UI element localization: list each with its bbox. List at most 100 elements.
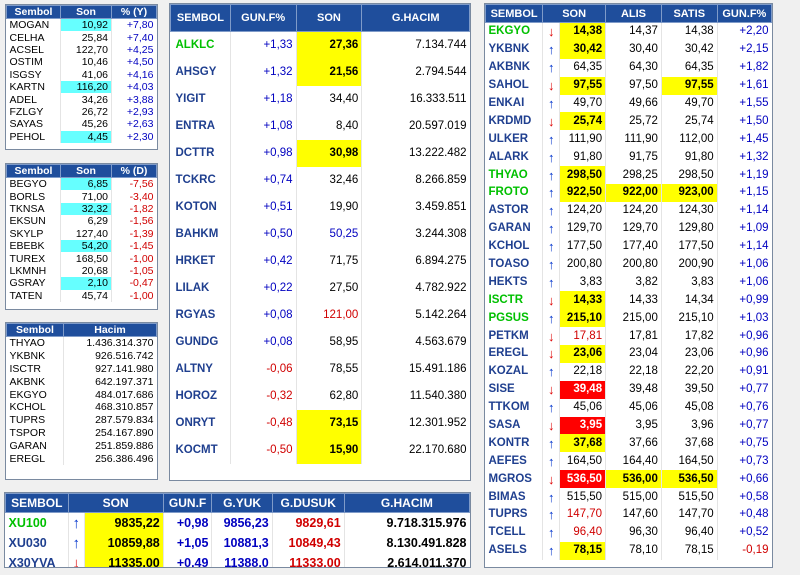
table-row[interactable]: ASTOR ↑ 124,20 124,20 124,30 +1,14 [485,201,772,220]
table-row[interactable]: EKGYO 484.017.686 [6,388,157,401]
table-row[interactable]: KRDMD ↓ 25,74 25,72 25,74 +1,50 [485,112,772,131]
table-row[interactable]: PETKM ↓ 17,81 17,81 17,82 +0,96 [485,327,772,346]
col-header-sembol[interactable]: Sembol [6,164,61,178]
col-header-son[interactable]: SON [542,4,607,23]
table-row[interactable]: TOASO ↑ 200,80 200,80 200,90 +1,06 [485,255,772,274]
table-row[interactable]: AEFES ↑ 164,50 164,40 164,50 +0,73 [485,452,772,471]
table-row[interactable]: BIMAS ↑ 515,50 515,00 515,50 +0,58 [485,488,772,507]
table-row[interactable]: CELHA 25,84 +7,40 [6,31,157,44]
table-row[interactable]: EKSUN 6,29 -1,56 [6,215,157,228]
col-header-gunf[interactable]: GUN.F% [716,4,772,23]
col-header-son[interactable]: Son [60,5,112,19]
table-row[interactable]: ENTRA +1,08 8,40 20.597.019 [170,113,470,140]
table-row[interactable]: ISCTR 927.141.980 [6,362,157,376]
table-row[interactable]: BAHKM +0,50 50,25 3.244.308 [170,221,470,248]
table-row[interactable]: EREGL ↓ 23,06 23,04 23,06 +0,96 [485,345,772,363]
col-header-alis[interactable]: ALIS [605,4,662,23]
table-row[interactable]: KCHOL ↑ 177,50 177,40 177,50 +1,14 [485,237,772,256]
table-row[interactable]: ACSEL 122,70 +4,25 [6,43,157,57]
table-row[interactable]: KOTON +0,51 19,90 3.459.851 [170,194,470,221]
col-header-ghacim[interactable]: G.HACIM [361,4,470,32]
table-row[interactable]: HEKTS ↑ 3,83 3,82 3,83 +1,06 [485,273,772,292]
table-row[interactable]: AHSGY +1,32 21,56 2.794.544 [170,59,470,86]
table-row[interactable]: FZLGY 26,72 +2,93 [6,105,157,119]
table-row[interactable]: DCTTR +0,98 30,98 13.222.482 [170,140,470,167]
table-row[interactable]: KOCMT -0,50 15,90 22.170.680 [170,437,470,464]
table-row[interactable]: X30YVA ↓ 11335,00 +0,49 11388,0 11333,00 2.614… [5,553,470,567]
col-header-sembol[interactable]: SEMBOL [170,4,231,32]
table-row[interactable]: AKBNK ↑ 64,35 64,30 64,35 +1,82 [485,58,772,77]
table-row[interactable]: TCELL ↑ 96,40 96,30 96,40 +0,52 [485,523,772,542]
col-header-son[interactable]: SON [295,4,363,32]
table-row[interactable]: SAHOL ↓ 97,55 97,50 97,55 +1,61 [485,76,772,95]
table-row[interactable]: GARAN 251.859.886 [6,439,157,453]
table-row[interactable]: BORLS 71,00 -3,40 [6,190,157,203]
table-row[interactable]: EREGL 256.386.496 [6,452,157,465]
table-row[interactable]: KARTN 116,20 +4,03 [6,80,157,94]
col-header-pct[interactable]: % (D) [111,164,157,178]
table-row[interactable]: TCKRC +0,74 32,46 8.266.859 [170,167,470,194]
table-row[interactable]: MOGAN 10,92 +7,80 [6,18,157,32]
table-row[interactable]: GARAN ↑ 129,70 129,70 129,80 +1,09 [485,219,772,238]
table-row[interactable]: SAYAS 45,26 +2,63 [6,118,157,131]
table-row[interactable]: LKMNH 20,68 -1,05 [6,264,157,278]
table-row[interactable]: TATEN 45,74 -1,00 [6,289,157,302]
table-row[interactable]: TUREX 168,50 -1,00 [6,252,157,265]
table-row[interactable]: SISE ↓ 39,48 39,48 39,50 +0,77 [485,380,772,399]
table-row[interactable]: THYAO ↑ 298,50 298,25 298,50 +1,19 [485,166,772,185]
table-row[interactable]: BEGYO 6,85 -7,56 [6,177,157,191]
table-row[interactable]: SASA ↓ 3,95 3,95 3,96 +0,77 [485,416,772,435]
table-row[interactable]: KCHOL 468.310.857 [6,400,157,414]
table-row[interactable]: FROTO ↑ 922,50 922,00 923,00 +1,15 [485,184,772,202]
table-row[interactable]: TSPOR 254.167.890 [6,426,157,440]
col-header-pct[interactable]: % (Y) [111,5,157,19]
table-row[interactable]: XU100 ↑ 9835,22 +0,98 9856,23 9829,61 9.718.31… [5,512,470,533]
col-header-son[interactable]: SON [67,493,164,513]
table-row[interactable]: RGYAS +0,08 121,00 5.142.264 [170,302,470,329]
table-row[interactable]: GSRAY 2,10 -0,47 [6,277,157,290]
table-row[interactable]: ALKLC +1,33 27,36 7.134.744 [170,31,470,59]
table-row[interactable]: PGSUS ↑ 215,10 215,00 215,10 +1,03 [485,309,772,328]
table-row[interactable]: ISGSY 41,06 +4,16 [6,68,157,81]
table-row[interactable]: ADEL 34,26 +3,88 [6,93,157,106]
table-row[interactable]: TUPRS 287.579.834 [6,413,157,427]
table-row[interactable]: LILAK +0,22 27,50 4.782.922 [170,275,470,302]
table-row[interactable]: ALTNY -0,06 78,55 15.491.186 [170,356,470,383]
table-row[interactable]: GUNDG +0,08 58,95 4.563.679 [170,329,470,356]
table-row[interactable]: HOROZ -0,32 62,80 11.540.380 [170,383,470,410]
table-row[interactable]: ALARK ↑ 91,80 91,75 91,80 +1,32 [485,148,772,167]
table-row[interactable]: AKBNK 642.197.371 [6,375,157,389]
table-row[interactable]: OSTIM 10,46 +4,50 [6,56,157,69]
col-header-gyuk[interactable]: G.YUK [211,493,273,513]
table-row[interactable]: HRKET +0,42 71,75 6.894.275 [170,248,470,275]
col-header-son[interactable]: Son [60,164,112,178]
col-header-hacim[interactable]: Hacim [63,323,157,337]
table-row[interactable]: XU030 ↑ 10859,88 +1,05 10881,3 10849,43 8.130.… [5,533,470,553]
table-row[interactable]: KONTR ↑ 37,68 37,66 37,68 +0,75 [485,434,772,453]
col-header-sembol[interactable]: Sembol [6,5,61,19]
table-row[interactable]: THYAO 1.436.314.370 [6,336,157,350]
col-header-gunf[interactable]: GUN.F [162,493,213,513]
table-row[interactable]: EBEBK 54,20 -1,45 [6,239,157,253]
col-header-gdusuk[interactable]: G.DUSUK [271,493,345,513]
table-row[interactable]: TTKOM ↑ 45,06 45,06 45,08 +0,76 [485,398,772,417]
col-header-sembol[interactable]: Sembol [6,323,64,337]
table-row[interactable]: ENKAI ↑ 49,70 49,66 49,70 +1,55 [485,94,772,113]
table-row[interactable]: ASELS ↑ 78,15 78,10 78,15 -0,19 [485,541,772,560]
col-header-sembol[interactable]: SEMBOL [5,493,69,513]
table-row[interactable]: YIGIT +1,18 34,40 16.333.511 [170,86,470,113]
table-row[interactable]: YKBNK ↑ 30,42 30,40 30,42 +2,15 [485,40,772,59]
table-row[interactable]: MGROS ↓ 536,50 536,00 536,50 +0,66 [485,470,772,489]
table-row[interactable]: ONRYT -0,48 73,15 12.301.952 [170,410,470,437]
col-header-sembol[interactable]: SEMBOL [485,4,544,23]
table-row[interactable]: ULKER ↑ 111,90 111,90 112,00 +1,45 [485,130,772,149]
col-header-ghacim[interactable]: G.HACIM [343,493,470,513]
col-header-satis[interactable]: SATIS [660,4,718,23]
table-row[interactable]: KOZAL ↑ 22,18 22,18 22,20 +0,91 [485,362,772,381]
table-row[interactable]: SKYLP 127,40 -1,39 [6,227,157,240]
table-row[interactable]: TKNSA 32,32 -1,82 [6,202,157,216]
table-row[interactable]: ISCTR ↓ 14,33 14,33 14,34 +0,99 [485,291,772,310]
table-row[interactable]: PEHOL 4,45 +2,30 [6,130,157,143]
table-row[interactable]: YKBNK 926.516.742 [6,349,157,363]
table-row[interactable]: EKGYO ↓ 14,38 14,37 14,38 +2,20 [485,22,772,41]
